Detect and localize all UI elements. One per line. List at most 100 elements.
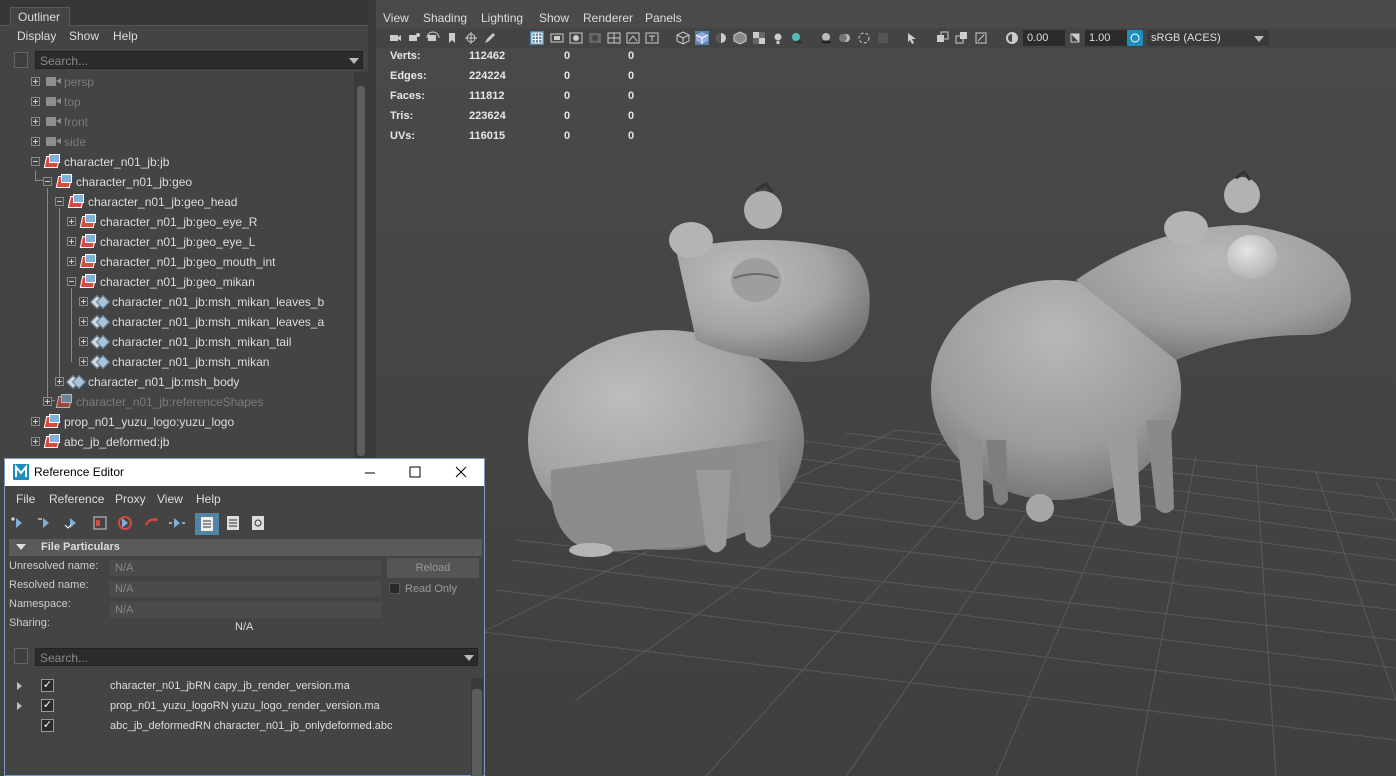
xray-joints-icon[interactable]	[974, 31, 988, 45]
load-checkbox[interactable]: ✓	[41, 719, 54, 732]
depth-of-field-icon[interactable]	[876, 31, 890, 45]
tree-row-abc-jb-deformed[interactable]: abc_jb_deformed:jb	[0, 432, 354, 452]
resolution-gate-icon[interactable]	[569, 31, 583, 45]
tree-row-geo-eye-r[interactable]: character_n01_jb:geo_eye_R	[0, 212, 354, 232]
safe-action-icon[interactable]	[626, 31, 640, 45]
filter-icon[interactable]	[14, 52, 28, 68]
collapse-icon[interactable]	[67, 277, 76, 286]
menu-help[interactable]: Help	[196, 492, 221, 506]
textured-icon[interactable]	[752, 31, 766, 45]
menu-view[interactable]: View	[157, 492, 183, 506]
tree-row-geo-mouth-int[interactable]: character_n01_jb:geo_mouth_int	[0, 252, 354, 272]
tree-row-geo-eye-l[interactable]: character_n01_jb:geo_eye_L	[0, 232, 354, 252]
exposure-field[interactable]: 0.00	[1023, 30, 1065, 46]
expand-icon[interactable]	[43, 397, 52, 406]
import-objects-icon[interactable]	[64, 514, 82, 532]
menu-show[interactable]: Show	[69, 29, 99, 43]
outliner-search-input[interactable]: Search...	[35, 51, 363, 69]
pencil-icon[interactable]	[483, 31, 497, 45]
image-plane-icon[interactable]	[464, 31, 478, 45]
tree-row-jb[interactable]: character_n01_jb:jb	[0, 152, 354, 172]
namespace-field[interactable]: N/A	[109, 602, 381, 618]
filter-icon[interactable]	[14, 648, 28, 664]
tree-row-front[interactable]: front	[0, 112, 354, 132]
unload-reference-icon[interactable]	[116, 514, 134, 532]
expand-icon[interactable]	[31, 137, 40, 146]
color-space-dropdown[interactable]: sRGB (ACES)	[1147, 30, 1269, 46]
expand-icon[interactable]	[31, 437, 40, 446]
isolate-select-icon[interactable]	[906, 31, 920, 45]
unresolved-name-field[interactable]: N/A	[109, 560, 381, 576]
bookmark-icon[interactable]	[445, 31, 459, 45]
gate-mask-icon[interactable]	[588, 31, 602, 45]
field-chart-icon[interactable]	[607, 31, 621, 45]
list-view-icon[interactable]	[195, 513, 219, 535]
outliner-tab[interactable]: Outliner	[10, 7, 70, 26]
lights-icon[interactable]	[771, 31, 785, 45]
expand-icon[interactable]	[31, 97, 40, 106]
expand-arrow-icon[interactable]	[17, 682, 22, 690]
tree-row-msh-mikan[interactable]: character_n01_jb:msh_mikan	[0, 352, 354, 372]
menu-reference[interactable]: Reference	[49, 492, 104, 506]
maximize-icon[interactable]	[409, 466, 421, 478]
minimize-icon[interactable]	[364, 467, 376, 479]
ambient-occlusion-icon[interactable]	[819, 31, 833, 45]
reference-list-scroll-thumb[interactable]	[472, 689, 482, 776]
load-checkbox[interactable]: ✓	[41, 699, 54, 712]
tree-row-geo-mikan[interactable]: character_n01_jb:geo_mikan	[0, 272, 354, 292]
expand-icon[interactable]	[55, 377, 64, 386]
search-options-arrow-icon[interactable]	[464, 655, 474, 661]
tree-row-msh-mikan-leaves-b[interactable]: character_n01_jb:msh_mikan_leaves_b	[0, 292, 354, 312]
tree-row-top[interactable]: top	[0, 92, 354, 112]
tree-row-yuzu-logo[interactable]: prop_n01_yuzu_logo:yuzu_logo	[0, 412, 354, 432]
xray-active-icon[interactable]	[955, 31, 969, 45]
menu-view[interactable]: View	[383, 11, 409, 25]
read-only-checkbox[interactable]	[389, 583, 400, 594]
smooth-shade-icon[interactable]	[695, 31, 709, 45]
tree-row-reference-shapes[interactable]: character_n01_jb:referenceShapes	[0, 392, 354, 412]
wireframe-icon[interactable]	[676, 31, 690, 45]
shadows-icon[interactable]	[790, 31, 804, 45]
select-objects-icon[interactable]	[168, 514, 186, 532]
expand-icon[interactable]	[67, 257, 76, 266]
expand-icon[interactable]	[67, 237, 76, 246]
film-gate-icon[interactable]	[550, 31, 564, 45]
tree-row-geo-head[interactable]: character_n01_jb:geo_head	[0, 192, 354, 212]
anti-aliasing-icon[interactable]	[857, 31, 871, 45]
outliner-scroll-thumb[interactable]	[357, 86, 365, 456]
expand-arrow-icon[interactable]	[17, 702, 22, 710]
default-material-icon[interactable]	[714, 31, 728, 45]
grid-toggle-icon[interactable]	[530, 31, 544, 45]
reference-row[interactable]: ✓ prop_n01_yuzu_logoRN yuzu_logo_render_…	[9, 696, 471, 716]
collapse-icon[interactable]	[43, 177, 52, 186]
reference-editor-titlebar[interactable]: Reference Editor	[5, 459, 484, 486]
reference-edits-icon[interactable]	[91, 514, 109, 532]
create-reference-icon[interactable]	[10, 514, 28, 532]
menu-help[interactable]: Help	[113, 29, 138, 43]
expand-icon[interactable]	[79, 297, 88, 306]
tree-row-side[interactable]: side	[0, 132, 354, 152]
file-particulars-header[interactable]: File Particulars	[9, 539, 482, 556]
expand-icon[interactable]	[79, 317, 88, 326]
reference-row[interactable]: ✓ abc_jb_deformedRN character_n01_jb_onl…	[9, 716, 471, 736]
xray-icon[interactable]	[936, 31, 950, 45]
collapse-arrow-icon[interactable]	[16, 544, 26, 550]
collapse-icon[interactable]	[31, 157, 40, 166]
tree-row-msh-body[interactable]: character_n01_jb:msh_body	[0, 372, 354, 392]
menu-shading[interactable]: Shading	[423, 11, 467, 25]
reference-search-input[interactable]: Search...	[35, 648, 478, 666]
reference-row[interactable]: ✓ character_n01_jbRN capy_jb_render_vers…	[9, 676, 471, 696]
gamma-field[interactable]: 1.00	[1085, 30, 1127, 46]
safe-title-icon[interactable]	[645, 31, 659, 45]
color-space-arrow-icon[interactable]	[1254, 36, 1264, 42]
color-management-icon[interactable]	[1127, 30, 1143, 46]
close-icon[interactable]	[455, 466, 467, 478]
menu-display[interactable]: Display	[17, 29, 56, 43]
tree-row-msh-mikan-leaves-a[interactable]: character_n01_jb:msh_mikan_leaves_a	[0, 312, 354, 332]
reload-reference-icon[interactable]	[143, 514, 161, 532]
expand-icon[interactable]	[79, 337, 88, 346]
menu-proxy[interactable]: Proxy	[115, 492, 146, 506]
expand-icon[interactable]	[31, 417, 40, 426]
collapse-icon[interactable]	[55, 197, 64, 206]
menu-file[interactable]: File	[16, 492, 35, 506]
